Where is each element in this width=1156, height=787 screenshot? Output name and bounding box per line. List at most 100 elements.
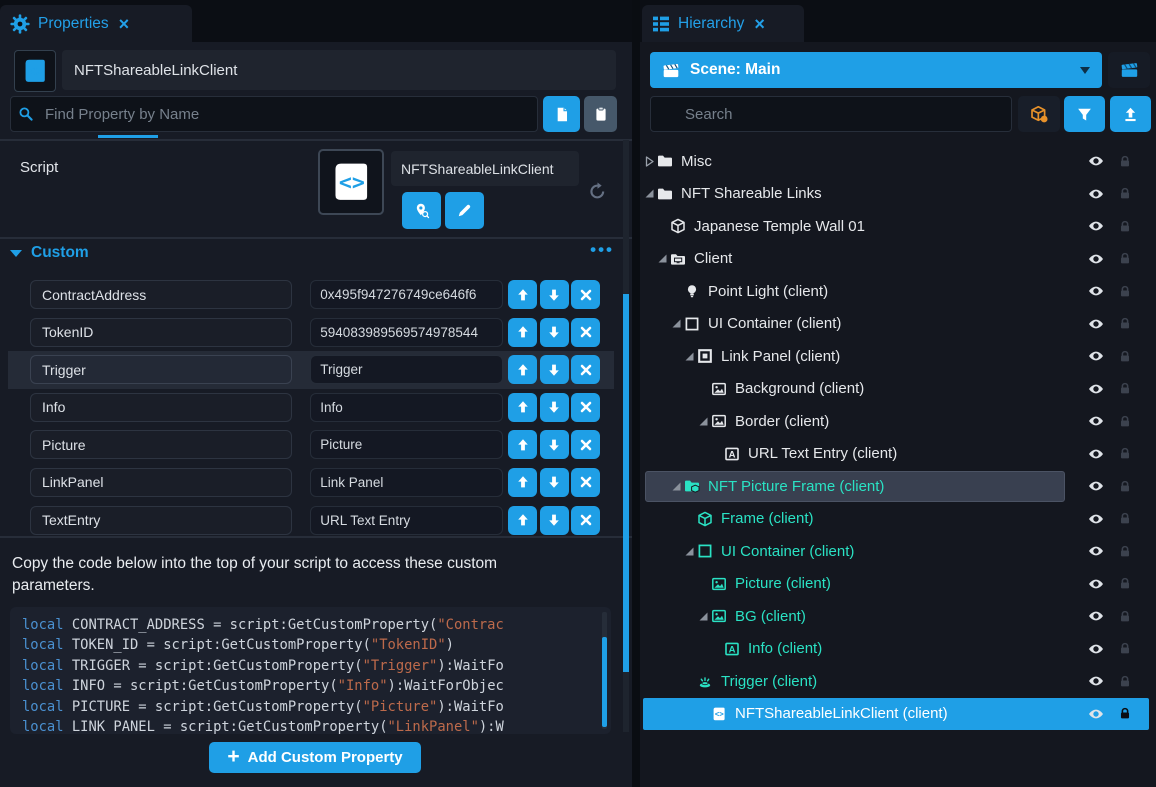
lock-icon[interactable] [1117,446,1133,461]
move-up-button[interactable] [508,430,537,459]
tree-row[interactable]: Misc [643,145,1149,178]
export-button[interactable] [1110,96,1151,132]
delete-property-button[interactable] [571,280,600,309]
visibility-eye-icon[interactable] [1085,478,1107,494]
lock-icon[interactable] [1117,609,1133,624]
property-name-field[interactable]: LinkPanel [30,468,292,497]
custom-section-header[interactable]: Custom [10,244,89,262]
expander-open-icon[interactable] [697,415,710,428]
lock-icon[interactable] [1117,154,1133,169]
add-object-button[interactable] [1018,96,1060,132]
property-name-field[interactable]: TextEntry [30,506,292,535]
lock-icon[interactable] [1117,576,1133,591]
move-down-button[interactable] [540,430,569,459]
move-up-button[interactable] [508,355,537,384]
visibility-eye-icon[interactable] [1085,153,1107,169]
code-snippet-block[interactable]: local CONTRACT_ADDRESS = script:GetCusto… [10,607,611,734]
visibility-eye-icon[interactable] [1085,706,1107,722]
tree-row[interactable]: Background (client) [643,373,1149,406]
script-asset-thumbnail[interactable] [318,149,384,215]
visibility-eye-icon[interactable] [1085,576,1107,592]
tree-row[interactable]: NFT Shareable Links [643,178,1149,211]
delete-property-button[interactable] [571,506,600,535]
collapse-triangle-icon[interactable] [10,250,22,257]
close-tab-icon[interactable]: × [119,15,130,33]
scene-selector-dropdown[interactable]: Scene: Main [650,52,1102,88]
move-down-button[interactable] [540,393,569,422]
lock-icon[interactable] [1117,316,1133,331]
tree-row[interactable]: Frame (client) [643,503,1149,536]
edit-script-button[interactable] [445,192,484,229]
property-name-field[interactable]: Info [30,393,292,422]
lock-icon[interactable] [1117,479,1133,494]
property-value-field[interactable]: 594083989569574978544 [310,318,502,347]
visibility-eye-icon[interactable] [1085,186,1107,202]
visibility-eye-icon[interactable] [1085,673,1107,689]
lock-icon[interactable] [1117,544,1133,559]
lock-icon[interactable] [1117,219,1133,234]
code-scrollbar-thumb[interactable] [602,637,607,727]
delete-property-button[interactable] [571,430,600,459]
lock-icon[interactable] [1117,186,1133,201]
tree-row-highlighted[interactable]: NFT Picture Frame (client) [643,470,1149,503]
expander-collapsed-icon[interactable] [643,155,656,168]
property-name-field[interactable]: Trigger [30,355,292,384]
move-up-button[interactable] [508,318,537,347]
move-down-button[interactable] [540,280,569,309]
move-up-button[interactable] [508,393,537,422]
expander-open-icon[interactable] [643,187,656,200]
lock-icon[interactable] [1117,511,1133,526]
property-value-field[interactable]: URL Text Entry [310,506,502,535]
move-up-button[interactable] [508,468,537,497]
move-down-button[interactable] [540,355,569,384]
lock-icon[interactable] [1117,251,1133,266]
tree-row[interactable]: UI Container (client) [643,308,1149,341]
lock-icon[interactable] [1117,284,1133,299]
find-property-input[interactable] [10,96,538,132]
visibility-eye-icon[interactable] [1085,446,1107,462]
delete-property-button[interactable] [571,318,600,347]
expander-open-icon[interactable] [683,350,696,363]
scene-settings-button[interactable] [1108,52,1150,88]
property-name-field[interactable]: Picture [30,430,292,459]
property-name-field[interactable]: TokenID [30,318,292,347]
tree-row[interactable]: URL Text Entry (client) [643,438,1149,471]
add-custom-property-button[interactable]: + Add Custom Property [209,742,421,773]
visibility-eye-icon[interactable] [1085,218,1107,234]
close-tab-icon[interactable]: × [754,15,765,33]
tab-properties[interactable]: Properties × [0,5,192,42]
move-up-button[interactable] [508,506,537,535]
delete-property-button[interactable] [571,468,600,497]
expander-open-icon[interactable] [670,317,683,330]
visibility-eye-icon[interactable] [1085,413,1107,429]
tree-row[interactable]: Info (client) [643,633,1149,666]
visibility-eye-icon[interactable] [1085,641,1107,657]
property-name-field[interactable]: ContractAddress [30,280,292,309]
property-value-field[interactable]: 0x495f947276749ce646f6 [310,280,502,309]
tree-row[interactable]: Trigger (client) [643,665,1149,698]
lock-locked-icon[interactable] [1117,706,1133,721]
tree-row[interactable]: Picture (client) [643,568,1149,601]
delete-property-button[interactable] [571,393,600,422]
property-value-field[interactable]: Picture [310,430,502,459]
lock-icon[interactable] [1117,349,1133,364]
visibility-eye-icon[interactable] [1085,316,1107,332]
move-down-button[interactable] [540,506,569,535]
visibility-eye-icon[interactable] [1085,381,1107,397]
lock-icon[interactable] [1117,414,1133,429]
property-value-field[interactable]: Link Panel [310,468,502,497]
tree-row[interactable]: Border (client) [643,405,1149,438]
section-menu-icon[interactable]: ••• [590,240,614,260]
tree-row[interactable]: BG (client) [643,600,1149,633]
property-value-field[interactable]: Info [310,393,502,422]
reset-icon[interactable] [587,181,608,202]
visibility-eye-icon[interactable] [1085,543,1107,559]
visibility-eye-icon[interactable] [1085,348,1107,364]
delete-property-button[interactable] [571,355,600,384]
expander-open-icon[interactable] [697,610,710,623]
tree-row[interactable]: Client [643,243,1149,276]
move-down-button[interactable] [540,318,569,347]
expander-open-icon[interactable] [670,480,683,493]
property-value-field[interactable]: Trigger [310,355,502,384]
tab-hierarchy[interactable]: Hierarchy × [642,5,804,42]
